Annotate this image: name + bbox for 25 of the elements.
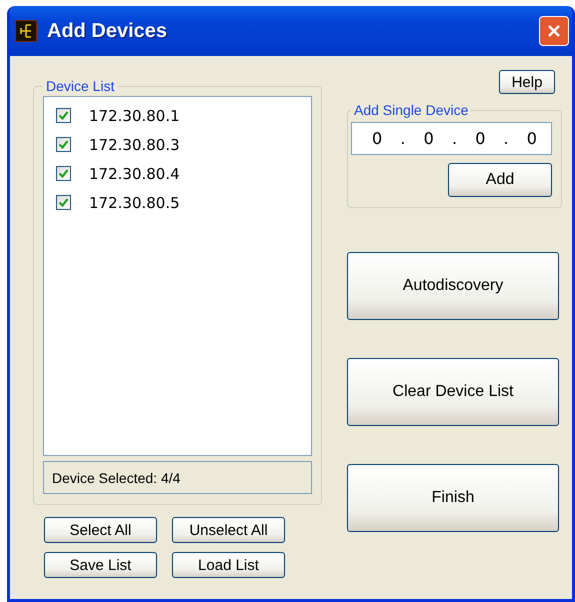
checkbox[interactable] (56, 137, 71, 152)
device-address[interactable]: 172.30.80.4 (89, 164, 180, 182)
network-icon (15, 20, 37, 42)
list-button[interactable]: Save List (44, 552, 157, 578)
list-button[interactable]: Load List (172, 552, 285, 578)
list-button[interactable]: Select All (44, 517, 157, 543)
ip-address-field[interactable]: 0 . 0 . 0 . 0 (351, 122, 552, 155)
add-button[interactable]: Add (448, 163, 552, 197)
help-button[interactable]: Help (499, 70, 555, 94)
group-label: Device List (45, 78, 116, 94)
list-button[interactable]: Unselect All (172, 517, 285, 543)
device-address[interactable]: 172.30.80.1 (89, 106, 180, 124)
action-button[interactable]: Autodiscovery (347, 252, 559, 320)
checkbox[interactable] (56, 166, 71, 181)
close-icon (546, 23, 562, 39)
checkbox[interactable] (56, 195, 71, 210)
close-button[interactable] (539, 16, 569, 46)
window-title: Add Devices (47, 20, 168, 42)
group-label: Add Single Device (353, 102, 470, 118)
checkbox[interactable] (56, 108, 71, 123)
action-button[interactable]: Clear Device List (347, 358, 559, 426)
device-address[interactable]: 172.30.80.3 (89, 136, 180, 154)
device-address[interactable]: 172.30.80.5 (89, 194, 180, 212)
status-field: Device Selected: 4/4 (43, 461, 312, 494)
action-button[interactable]: Finish (347, 464, 559, 532)
